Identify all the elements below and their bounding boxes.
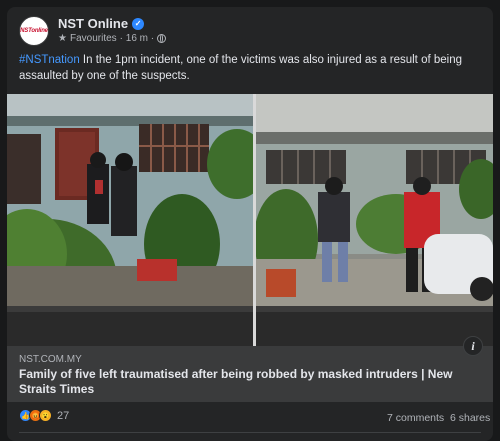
- post-header: NSTonline NST Online ✓ ★ Favourites · 16…: [7, 7, 493, 49]
- photo-left-svg: [7, 94, 253, 346]
- photo-right-svg: [256, 94, 493, 346]
- star-icon: ★: [58, 33, 67, 44]
- post-stats: 👍 😡 😮 27 7 comments 6 shares: [7, 403, 493, 427]
- hashtag-link[interactable]: #NSTnation: [19, 54, 80, 66]
- cctv-photo-right: [256, 94, 493, 346]
- cctv-photo-left: [7, 94, 253, 346]
- link-title[interactable]: Family of five left traumatised after be…: [19, 367, 479, 397]
- post-timestamp[interactable]: · 16 m ·: [120, 33, 154, 44]
- post-text: #NSTnation In the 1pm incident, one of t…: [19, 52, 485, 84]
- link-domain: NST.COM.MY: [19, 354, 82, 365]
- reaction-count: 27: [57, 409, 70, 422]
- shares-count[interactable]: 6 shares: [450, 412, 490, 424]
- page-name[interactable]: NST Online: [58, 16, 128, 31]
- comments-count[interactable]: 7 comments: [387, 412, 444, 424]
- favourites-label[interactable]: Favourites: [70, 33, 117, 44]
- avatar-logo-text: NSTonline: [20, 28, 48, 34]
- info-icon[interactable]: i: [463, 336, 483, 356]
- verified-badge-icon: ✓: [132, 17, 145, 30]
- page-avatar[interactable]: NSTonline: [19, 16, 49, 46]
- action-divider: [19, 432, 481, 433]
- post-image[interactable]: [7, 94, 493, 346]
- post-body: In the 1pm incident, one of the victims …: [19, 54, 462, 82]
- page-name-row: NST Online ✓: [58, 16, 145, 31]
- post-card: NSTonline NST Online ✓ ★ Favourites · 16…: [7, 7, 493, 441]
- post-meta: ★ Favourites · 16 m ·: [58, 33, 167, 44]
- globe-icon[interactable]: [157, 34, 167, 43]
- reactions-summary[interactable]: 👍 😡 😮 27: [19, 409, 69, 422]
- link-preview[interactable]: i NST.COM.MY Family of five left traumat…: [7, 336, 493, 402]
- wow-reaction-icon: 😮: [39, 409, 52, 422]
